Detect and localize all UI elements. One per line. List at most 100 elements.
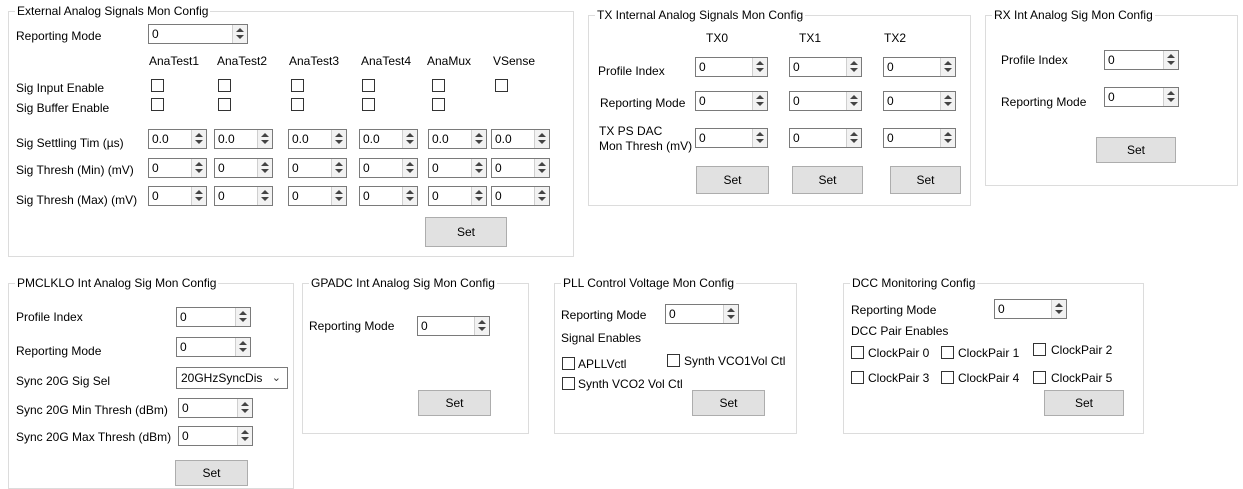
thresh-max-vsense-spinner[interactable]: 0 [491, 186, 550, 206]
spin-arrows-icon[interactable] [471, 130, 486, 148]
tx0-profile-index-spinner[interactable]: 0 [695, 57, 768, 77]
tx0-dac-thresh-spinner[interactable]: 0 [695, 128, 768, 148]
thresh-max-anatest2-spinner[interactable]: 0 [214, 186, 273, 206]
thresh-min-vsense-spinner[interactable]: 0 [491, 158, 550, 178]
clockpair-5-checkbox[interactable] [1033, 371, 1046, 384]
pll-reporting-mode-spinner[interactable]: 0 [665, 304, 739, 324]
clockpair-4-checkbox[interactable] [941, 371, 954, 384]
rx-reporting-mode-spinner[interactable]: 0 [1104, 87, 1179, 107]
tx1-set-button[interactable]: Set [792, 166, 863, 194]
tx0-reporting-mode-spinner[interactable]: 0 [695, 91, 768, 111]
spin-arrows-icon[interactable] [331, 187, 346, 205]
thresh-max-anamux-spinner[interactable]: 0 [428, 186, 487, 206]
thresh-min-anatest2-spinner[interactable]: 0 [214, 158, 273, 178]
clockpair-2-checkbox[interactable] [1033, 343, 1046, 356]
tx0-set-button[interactable]: Set [696, 166, 769, 194]
spin-arrows-icon[interactable] [191, 159, 206, 177]
pm-max-thresh-spinner[interactable]: 0 [178, 426, 253, 446]
spin-arrows-icon[interactable] [752, 58, 767, 76]
tx1-dac-thresh-spinner[interactable]: 0 [789, 128, 862, 148]
spin-arrows-icon[interactable] [257, 130, 272, 148]
input-enable-anatest1-checkbox[interactable] [151, 79, 164, 92]
spin-arrows-icon[interactable] [402, 187, 417, 205]
clockpair-0-checkbox[interactable] [851, 346, 864, 359]
thresh-min-anatest1-spinner[interactable]: 0 [148, 158, 207, 178]
spin-arrows-icon[interactable] [402, 130, 417, 148]
synth-vco1-checkbox[interactable] [667, 354, 680, 367]
spin-arrows-icon[interactable] [235, 308, 250, 326]
input-enable-anatest2-checkbox[interactable] [218, 79, 231, 92]
tx2-profile-index-spinner[interactable]: 0 [883, 57, 956, 77]
pm-sync-sel-dropdown[interactable]: 20GHzSyncDis ⌄ [176, 367, 288, 389]
spin-arrows-icon[interactable] [1051, 300, 1066, 318]
thresh-max-anatest1-spinner[interactable]: 0 [148, 186, 207, 206]
settling-anatest1-spinner[interactable]: 0.0 [148, 129, 207, 149]
input-enable-anatest4-checkbox[interactable] [362, 79, 375, 92]
spin-arrows-icon[interactable] [1163, 88, 1178, 106]
synth-vco2-checkbox[interactable] [562, 377, 575, 390]
spin-arrows-icon[interactable] [237, 399, 252, 417]
spin-arrows-icon[interactable] [235, 338, 250, 356]
spin-arrows-icon[interactable] [191, 130, 206, 148]
spin-arrows-icon[interactable] [402, 159, 417, 177]
buffer-enable-anatest3-checkbox[interactable] [291, 98, 304, 111]
input-enable-vsense-checkbox[interactable] [495, 79, 508, 92]
dcc-set-button[interactable]: Set [1044, 390, 1124, 416]
thresh-min-anamux-spinner[interactable]: 0 [428, 158, 487, 178]
settling-vsense-spinner[interactable]: 0.0 [491, 129, 550, 149]
spin-arrows-icon[interactable] [474, 317, 489, 335]
clockpair-3-checkbox[interactable] [851, 371, 864, 384]
gpadc-reporting-mode-spinner[interactable]: 0 [417, 316, 490, 336]
spin-arrows-icon[interactable] [846, 92, 861, 110]
settling-anatest3-spinner[interactable]: 0.0 [288, 129, 347, 149]
chevron-down-icon[interactable]: ⌄ [272, 371, 281, 384]
spin-arrows-icon[interactable] [723, 305, 738, 323]
tx2-set-button[interactable]: Set [890, 166, 961, 194]
spin-arrows-icon[interactable] [471, 159, 486, 177]
buffer-enable-anamux-checkbox[interactable] [432, 98, 445, 111]
spin-arrows-icon[interactable] [191, 187, 206, 205]
spin-arrows-icon[interactable] [534, 187, 549, 205]
thresh-max-anatest3-spinner[interactable]: 0 [288, 186, 347, 206]
ext-reporting-mode-spinner[interactable]: 0 [148, 24, 248, 44]
tx1-reporting-mode-spinner[interactable]: 0 [789, 91, 862, 111]
rx-set-button[interactable]: Set [1096, 137, 1176, 163]
thresh-min-anatest4-spinner[interactable]: 0 [359, 158, 418, 178]
apllvctl-checkbox[interactable] [562, 357, 575, 370]
spin-arrows-icon[interactable] [471, 187, 486, 205]
ext-set-button[interactable]: Set [425, 217, 507, 247]
pll-set-button[interactable]: Set [692, 390, 765, 416]
spin-arrows-icon[interactable] [846, 58, 861, 76]
spin-arrows-icon[interactable] [232, 25, 247, 43]
rx-profile-index-spinner[interactable]: 0 [1104, 50, 1179, 70]
input-enable-anamux-checkbox[interactable] [432, 79, 445, 92]
spin-arrows-icon[interactable] [237, 427, 252, 445]
input-enable-anatest3-checkbox[interactable] [291, 79, 304, 92]
gpadc-set-button[interactable]: Set [418, 390, 491, 416]
spin-arrows-icon[interactable] [331, 130, 346, 148]
pm-min-thresh-spinner[interactable]: 0 [178, 398, 253, 418]
buffer-enable-anatest2-checkbox[interactable] [218, 98, 231, 111]
pm-profile-index-spinner[interactable]: 0 [176, 307, 251, 327]
spin-arrows-icon[interactable] [331, 159, 346, 177]
tx2-reporting-mode-spinner[interactable]: 0 [883, 91, 956, 111]
spin-arrows-icon[interactable] [940, 92, 955, 110]
spin-arrows-icon[interactable] [752, 129, 767, 147]
tx2-dac-thresh-spinner[interactable]: 0 [883, 128, 956, 148]
spin-arrows-icon[interactable] [752, 92, 767, 110]
buffer-enable-anatest1-checkbox[interactable] [151, 98, 164, 111]
settling-anatest4-spinner[interactable]: 0.0 [359, 129, 418, 149]
dcc-reporting-mode-spinner[interactable]: 0 [994, 299, 1067, 319]
spin-arrows-icon[interactable] [534, 159, 549, 177]
tx1-profile-index-spinner[interactable]: 0 [789, 57, 862, 77]
thresh-max-anatest4-spinner[interactable]: 0 [359, 186, 418, 206]
spin-arrows-icon[interactable] [940, 129, 955, 147]
pm-reporting-mode-spinner[interactable]: 0 [176, 337, 251, 357]
spin-arrows-icon[interactable] [1163, 51, 1178, 69]
buffer-enable-anatest4-checkbox[interactable] [362, 98, 375, 111]
spin-arrows-icon[interactable] [534, 130, 549, 148]
settling-anatest2-spinner[interactable]: 0.0 [214, 129, 273, 149]
spin-arrows-icon[interactable] [940, 58, 955, 76]
settling-anamux-spinner[interactable]: 0.0 [428, 129, 487, 149]
spin-arrows-icon[interactable] [846, 129, 861, 147]
